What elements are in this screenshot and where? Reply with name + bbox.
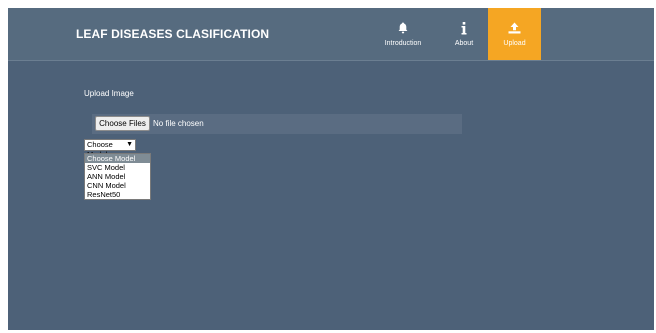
chevron-down-icon: ▼	[126, 141, 133, 148]
nav-introduction[interactable]: Introduction	[378, 8, 428, 60]
model-option-choose[interactable]: Choose Model	[85, 154, 150, 163]
model-option-cnn[interactable]: CNN Model	[85, 181, 150, 190]
nav-about[interactable]: About	[446, 8, 482, 60]
nav-introduction-label: Introduction	[384, 40, 422, 47]
model-select[interactable]: Choose Model ▼	[84, 139, 136, 159]
model-dropdown-list: Choose Model SVC Model ANN Model CNN Mod…	[84, 153, 151, 200]
upload-image-title: Upload Image	[84, 89, 134, 98]
nav-about-label: About	[454, 40, 474, 47]
model-option-resnet50[interactable]: ResNet50	[85, 190, 150, 199]
page-frame: LEAF DISEASES CLASIFICATION Introduction…	[8, 8, 654, 330]
model-option-svc[interactable]: SVC Model	[85, 163, 150, 172]
model-option-ann[interactable]: ANN Model	[85, 172, 150, 181]
navbar: LEAF DISEASES CLASIFICATION Introduction…	[8, 8, 654, 61]
upload-icon	[508, 21, 521, 35]
nav-upload[interactable]: Upload	[488, 8, 541, 60]
file-status-text: No file chosen	[153, 119, 204, 128]
info-icon	[461, 21, 467, 35]
choose-files-button[interactable]: Choose Files	[95, 116, 150, 131]
nav-upload-label: Upload	[503, 40, 526, 47]
file-input-row: Choose Files No file chosen	[92, 114, 462, 134]
brand-title: LEAF DISEASES CLASIFICATION	[76, 27, 270, 41]
bell-icon	[398, 21, 408, 35]
